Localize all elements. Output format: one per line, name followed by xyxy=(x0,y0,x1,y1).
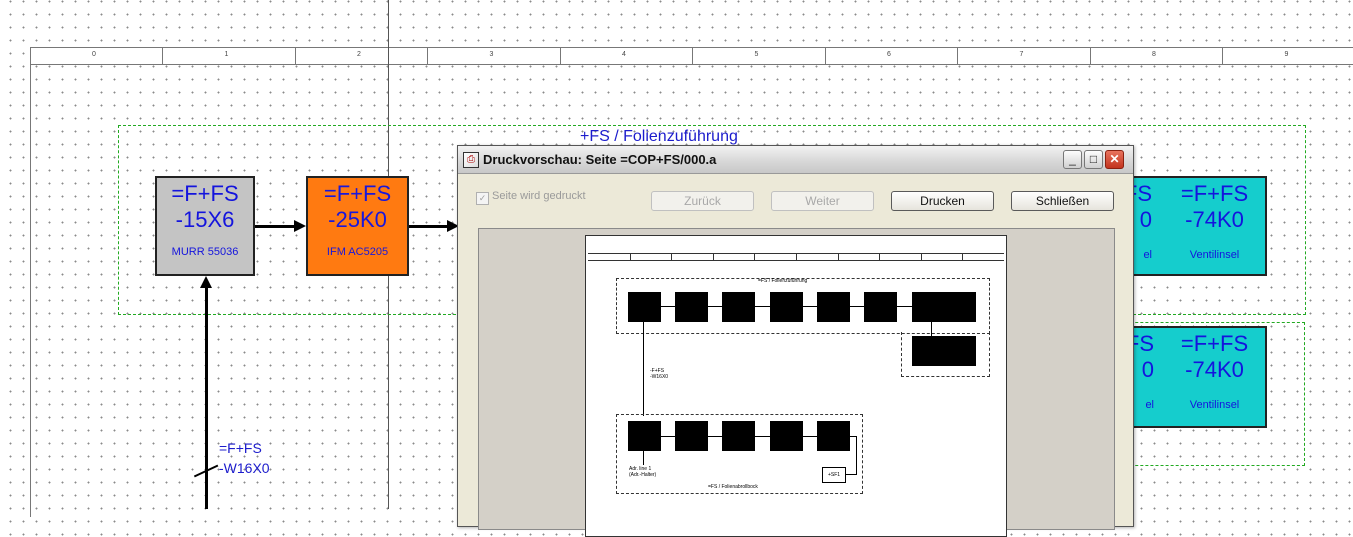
preview-ruler-tick xyxy=(754,254,756,260)
device-74k0-bottom-line2: -74K0 xyxy=(1185,357,1244,382)
ruler-label: 7 xyxy=(1019,51,1024,58)
print-page-checkbox-label: Seite wird gedruckt xyxy=(492,190,586,202)
drawing-ruler: 0 1 2 3 4 5 6 7 8 9 xyxy=(30,47,1353,65)
device-15x6-line2: -15X6 xyxy=(175,207,235,232)
ruler-tick xyxy=(162,48,163,64)
ruler-tick xyxy=(692,48,693,64)
arrow-up-icon xyxy=(200,276,212,288)
next-button[interactable]: Weiter xyxy=(771,191,874,211)
maximize-button[interactable]: □ xyxy=(1084,150,1103,169)
ruler-tick xyxy=(427,48,428,64)
group-title-folienzufuehrung: +FS / Folienzuführung xyxy=(580,128,738,145)
dialog-title: Druckvorschau: Seite =COP+FS/000.a xyxy=(483,152,717,167)
preview-block xyxy=(628,292,661,322)
preview-block xyxy=(817,292,850,322)
close-button[interactable]: Schließen xyxy=(1011,191,1114,211)
preview-link xyxy=(661,436,817,437)
preview-area[interactable]: =FS / Folienzuführung -F+FS -W16X0 =FS /… xyxy=(478,228,1115,537)
ruler-label: 3 xyxy=(489,51,494,58)
ruler-label: 4 xyxy=(622,51,626,58)
drawing-frame-left xyxy=(30,47,31,517)
device-25k0[interactable]: =F+FS -25K0 IFM AC5205 xyxy=(306,176,409,276)
connection-vertical-cable xyxy=(205,288,208,509)
device-15x6[interactable]: =F+FS -15X6 MURR 55036 xyxy=(155,176,255,276)
ruler-tick xyxy=(1222,48,1223,64)
preview-block xyxy=(864,292,897,322)
print-page-checkbox[interactable]: ✓ xyxy=(476,192,489,205)
connection-25k0-next xyxy=(409,225,449,228)
preview-block xyxy=(770,292,803,322)
device-74k0-bottom-line1: =F+FS xyxy=(1180,331,1249,356)
preview-link xyxy=(931,322,932,336)
device-15x6-line1: =F+FS xyxy=(171,181,239,206)
preview-block-wide xyxy=(912,336,976,366)
preview-link xyxy=(856,436,857,474)
ruler-tick xyxy=(824,48,826,64)
ruler-tick xyxy=(1089,48,1091,64)
minimize-button[interactable]: _ xyxy=(1063,150,1082,169)
cable-label-line1: =F+FS xyxy=(219,440,262,456)
preview-ruler-tick xyxy=(796,254,797,260)
ruler-label: 2 xyxy=(357,51,361,58)
preview-ruler-tick xyxy=(671,254,673,260)
preview-bottom-group-title: =FS / Folienabrollbock xyxy=(708,484,758,490)
preview-top-group-title: =FS / Folienzuführung xyxy=(758,278,808,284)
print-page-checkbox-wrap[interactable]: ✓ Seite wird gedruckt xyxy=(476,190,586,205)
ruler-tick xyxy=(957,48,958,64)
preview-page: =FS / Folienzuführung -F+FS -W16X0 =FS /… xyxy=(585,235,1007,537)
preview-block xyxy=(675,292,708,322)
app-icon: ⎙ xyxy=(463,152,479,168)
close-window-button[interactable]: ✕ xyxy=(1105,150,1124,169)
preview-ruler-tick xyxy=(837,254,839,260)
cable-label-line2: -W16X0 xyxy=(219,460,270,476)
preview-block xyxy=(628,421,661,451)
preview-cable-label-2: -W16X0 xyxy=(650,374,669,380)
preview-link xyxy=(643,451,644,465)
ruler-label: 0 xyxy=(92,51,96,58)
preview-block xyxy=(817,421,850,451)
preview-ruler-tick xyxy=(712,254,714,260)
ruler-tick xyxy=(559,48,561,64)
preview-ruler-tick xyxy=(879,254,881,260)
ruler-tick xyxy=(294,48,296,64)
preview-cable xyxy=(643,322,644,416)
print-button[interactable]: Drucken xyxy=(891,191,994,211)
device-74k0-top-line1: =F+FS xyxy=(1180,181,1249,206)
preview-link xyxy=(661,306,912,307)
device-74k0-top-line3: Ventilinsel xyxy=(1189,249,1240,261)
preview-block xyxy=(722,292,755,322)
back-button[interactable]: Zurück xyxy=(651,191,754,211)
connection-15x6-25k0 xyxy=(255,225,295,228)
preview-block-wide xyxy=(912,292,976,322)
ruler-label: 8 xyxy=(1152,51,1156,58)
print-preview-dialog[interactable]: ⎙ Druckvorschau: Seite =COP+FS/000.a _ □… xyxy=(457,145,1134,537)
device-74k0-top-line2: -74K0 xyxy=(1185,207,1244,232)
preview-ruler-tick xyxy=(920,254,922,260)
preview-bottom-left-label-2: (Adr.-Halter) xyxy=(629,472,657,478)
arrow-right-icon xyxy=(294,220,306,232)
preview-small-box: +SF1 xyxy=(822,467,846,483)
dialog-titlebar[interactable]: ⎙ Druckvorschau: Seite =COP+FS/000.a _ □… xyxy=(458,146,1133,174)
device-25k0-line3: IFM AC5205 xyxy=(326,246,389,258)
ruler-label: 9 xyxy=(1284,51,1289,58)
ruler-label: 1 xyxy=(224,51,229,58)
device-74k0-bottom-line3: Ventilinsel xyxy=(1189,399,1240,411)
preview-ruler xyxy=(588,253,1004,261)
cable-label: =F+FS -W16X0 xyxy=(219,438,270,478)
device-15x6-line3: MURR 55036 xyxy=(171,246,239,258)
device-25k0-line1: =F+FS xyxy=(323,181,392,206)
preview-ruler-tick xyxy=(629,254,631,260)
preview-ruler-tick xyxy=(962,254,964,260)
device-74k0-top[interactable]: =F+FS -74K0 Ventilinsel xyxy=(1164,176,1267,276)
device-74k0-bottom[interactable]: =F+FS -74K0 Ventilinsel xyxy=(1164,326,1267,428)
ruler-label: 6 xyxy=(887,51,891,58)
device-25k0-line2: -25K0 xyxy=(328,207,387,232)
ruler-label: 5 xyxy=(754,51,759,58)
